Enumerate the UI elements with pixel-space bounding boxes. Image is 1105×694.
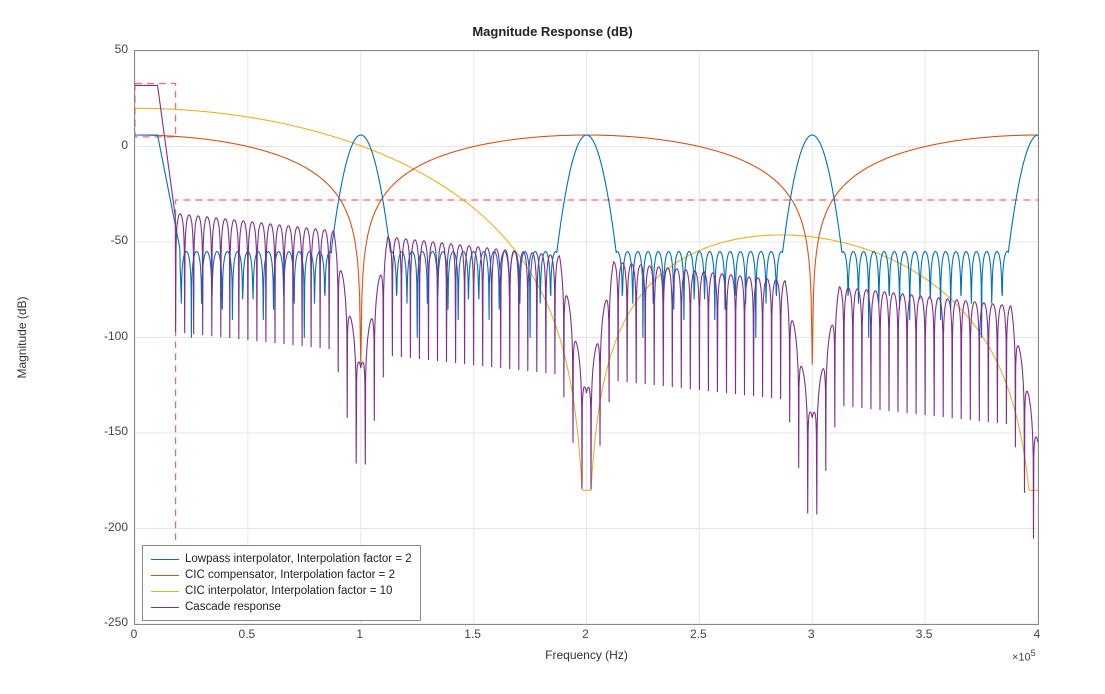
x-tick: 3 <box>796 627 826 641</box>
x-tick: 3.5 <box>909 627 939 641</box>
chart-title: Magnitude Response (dB) <box>0 24 1105 39</box>
legend-label: CIC interpolator, Interpolation factor =… <box>185 583 392 599</box>
y-axis-label: Magnitude (dB) <box>15 50 31 625</box>
y-tick: 0 <box>84 138 128 152</box>
x-tick: 2 <box>571 627 601 641</box>
x-tick: 4 <box>1022 627 1052 641</box>
legend-item: CIC interpolator, Interpolation factor =… <box>151 583 412 599</box>
legend: Lowpass interpolator, Interpolation fact… <box>142 545 421 621</box>
x-tick: 0.5 <box>232 627 262 641</box>
legend-label: CIC compensator, Interpolation factor = … <box>185 567 395 583</box>
y-tick: -100 <box>84 329 128 343</box>
legend-item: Lowpass interpolator, Interpolation fact… <box>151 551 412 567</box>
legend-swatch <box>151 607 179 608</box>
x-tick: 1.5 <box>458 627 488 641</box>
x-tick: 1 <box>345 627 375 641</box>
x-axis-label: Frequency (Hz) <box>134 648 1039 662</box>
y-tick: -250 <box>84 615 128 629</box>
legend-swatch <box>151 575 179 576</box>
legend-item: CIC compensator, Interpolation factor = … <box>151 567 412 583</box>
y-tick: -200 <box>84 520 128 534</box>
grid-lines <box>135 51 1038 624</box>
x-axis-exponent: ×105 <box>1012 648 1036 664</box>
y-tick: -150 <box>84 424 128 438</box>
legend-label: Cascade response <box>185 599 281 615</box>
legend-item: Cascade response <box>151 599 412 615</box>
legend-swatch <box>151 559 179 560</box>
y-tick: 50 <box>84 42 128 56</box>
x-tick: 0 <box>119 627 149 641</box>
legend-label: Lowpass interpolator, Interpolation fact… <box>185 551 412 567</box>
legend-swatch <box>151 591 179 592</box>
figure: Magnitude Response (dB) 0 0.5 1 1.5 2 2.5 3 3.5… <box>0 0 1105 694</box>
y-tick: -50 <box>84 233 128 247</box>
x-tick: 2.5 <box>683 627 713 641</box>
plot-axes <box>134 50 1039 625</box>
plot-canvas <box>135 51 1038 624</box>
